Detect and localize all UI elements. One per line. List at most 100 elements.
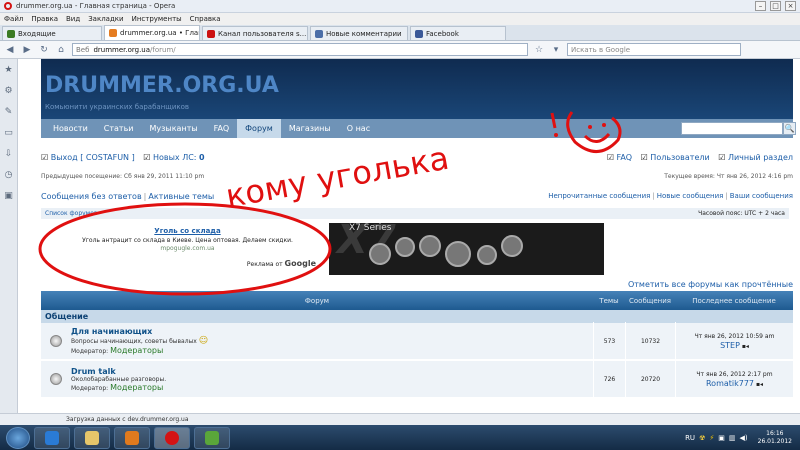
moderators-link[interactable]: Модераторы (110, 383, 163, 392)
last-post-date: Чт янв 26, 2012 2:17 pm (696, 370, 773, 378)
topics-count: 726 (593, 360, 625, 398)
menu-help[interactable]: Справка (190, 15, 221, 23)
menu-edit[interactable]: Правка (31, 15, 58, 23)
new-posts-link[interactable]: Новые сообщения (657, 192, 724, 200)
status-text: Загрузка данных с dev.drummer.org.ua (66, 416, 189, 423)
menu-bookmarks[interactable]: Закладки (88, 15, 123, 23)
taskbar-explorer[interactable] (74, 426, 110, 449)
reload-icon[interactable]: ↻ (38, 44, 50, 56)
last-post-user-link[interactable]: Romatik777 (706, 379, 754, 388)
moderators-link[interactable]: Модераторы (110, 346, 163, 355)
menu-tools[interactable]: Инструменты (132, 15, 182, 23)
drum-icon (445, 241, 471, 267)
bookmark-star-icon[interactable]: ☆ (533, 44, 545, 56)
clock[interactable]: 16:16 26.01.2012 (758, 430, 792, 446)
tray-app-icon[interactable]: ☢ (699, 434, 705, 442)
posts-count: 20720 (625, 360, 675, 398)
pm-count[interactable]: 0 (199, 153, 205, 162)
faq-link[interactable]: FAQ (617, 153, 633, 162)
goto-last-post-icon[interactable]: ▪◂ (742, 343, 749, 350)
tab-inbox[interactable]: Входящие (2, 26, 102, 40)
settings-panel-icon[interactable]: ⚙ (4, 86, 12, 96)
forward-icon[interactable]: ▶ (21, 44, 33, 56)
transfers-panel-icon[interactable]: ⇩ (5, 149, 13, 159)
site-search-input[interactable]: 🔍 (681, 122, 796, 135)
nav-forum[interactable]: Форум (237, 119, 281, 138)
taskbar-ie[interactable] (34, 426, 70, 449)
nav-articles[interactable]: Статьи (96, 119, 142, 138)
drum-icon (501, 235, 523, 257)
taskbar-opera[interactable] (154, 426, 190, 449)
logout-link[interactable]: Выход [ COSTAFUN ] (51, 153, 135, 162)
site-logo[interactable]: DRUMMER.ORG.UA (45, 73, 279, 98)
drum-icon (419, 235, 441, 257)
smile-icon: ☺ (198, 336, 209, 346)
nav-about[interactable]: О нас (339, 119, 378, 138)
forum-title-link[interactable]: Drum talk (71, 367, 593, 376)
mark-all-read-link[interactable]: Отметить все форумы как прочтённые (628, 280, 793, 289)
clock-date: 26.01.2012 (757, 437, 792, 445)
banner-title: X7 Series (349, 223, 392, 233)
ad-attribution[interactable]: Реклама от Google (247, 259, 316, 268)
windows-panel-icon[interactable]: ▣ (4, 191, 13, 201)
network-icon[interactable]: ▥ (729, 434, 736, 442)
search-input[interactable]: Искать в Google (567, 43, 741, 56)
forum-index-link[interactable]: Список форумов (45, 210, 97, 217)
tab-facebook[interactable]: Facebook (410, 26, 506, 40)
back-icon[interactable]: ◀ (4, 44, 16, 56)
personal-link[interactable]: Личный раздел (728, 153, 793, 162)
maximize-button[interactable]: □ (770, 1, 781, 11)
notes-panel-icon[interactable]: ✎ (5, 107, 13, 117)
google-ad: Уголь со склада Уголь антрацит со склада… (55, 223, 320, 275)
volume-icon[interactable]: ◀) (740, 434, 748, 442)
pm-link[interactable]: Новых ЛС: (153, 153, 197, 162)
timezone-label: Часовой пояс: UTC + 2 часа (698, 210, 785, 217)
your-posts-link[interactable]: Ваши сообщения (730, 192, 793, 200)
close-window-button[interactable]: × (785, 1, 796, 11)
active-topics-link[interactable]: Активные темы (148, 192, 214, 201)
menu-bar: Файл Правка Вид Закладки Инструменты Спр… (0, 13, 800, 25)
tray-app-icon[interactable]: ▣ (718, 434, 725, 442)
ad-url[interactable]: mpogugle.com.ua (55, 245, 320, 252)
menu-file[interactable]: Файл (4, 15, 23, 23)
minimize-button[interactable]: – (755, 1, 766, 11)
chat-panel-icon[interactable]: ▭ (4, 128, 13, 138)
address-bar[interactable]: Веб drummer.org.ua/forum/ (72, 43, 528, 56)
drum-banner-ad[interactable]: X7 X7 Series (329, 223, 604, 275)
tab-drummer[interactable]: drummer.org.ua • Главн... × (104, 25, 200, 40)
unanswered-link[interactable]: Сообщения без ответов (41, 192, 142, 201)
quick-links: Сообщения без ответов | Активные темы Непр… (41, 192, 793, 201)
ad-title-link[interactable]: Уголь со склада (154, 227, 220, 235)
nav-musicians[interactable]: Музыканты (142, 119, 206, 138)
forum-title-link[interactable]: Для начинающих (71, 327, 593, 336)
nav-faq[interactable]: FAQ (206, 119, 238, 138)
start-button[interactable] (6, 426, 30, 449)
history-panel-icon[interactable]: ◷ (5, 170, 13, 180)
drum-icon (477, 245, 497, 265)
last-post-user-link[interactable]: STEP (720, 341, 740, 350)
language-indicator[interactable]: RU (685, 434, 695, 442)
tray-app-icon[interactable]: ⚡ (709, 434, 714, 442)
nav-news[interactable]: Новости (45, 119, 96, 138)
tab-youtube[interactable]: Канал пользователя s... (202, 26, 308, 40)
col-last-post: Последнее сообщение (692, 296, 776, 305)
personal-icon: ☑ (718, 153, 726, 162)
tab-comments[interactable]: Новые комментарии (310, 26, 408, 40)
tab-label: drummer.org.ua • Главн... (120, 29, 199, 37)
taskbar-utorrent[interactable] (194, 426, 230, 449)
menu-view[interactable]: Вид (66, 15, 80, 23)
nav-shops[interactable]: Магазины (281, 119, 339, 138)
taskbar-media[interactable] (114, 426, 150, 449)
site-search-icon[interactable]: 🔍 (783, 122, 796, 135)
dropdown-icon[interactable]: ▾ (550, 44, 562, 56)
users-link[interactable]: Пользователи (650, 153, 709, 162)
home-icon[interactable]: ⌂ (55, 44, 67, 56)
unread-link[interactable]: Непрочитанные сообщения (548, 192, 650, 200)
tab-label: Входящие (18, 29, 56, 38)
category-title[interactable]: Общение (45, 312, 88, 321)
goto-last-post-icon[interactable]: ▪◂ (756, 381, 763, 388)
user-bar: ☑ Выход [ COSTAFUN ] ☑ Новых ЛС: 0 ☑ FAQ… (41, 153, 793, 162)
facebook-favicon-icon (415, 29, 423, 38)
bookmarks-panel-icon[interactable]: ★ (4, 65, 12, 75)
opera-icon (165, 430, 179, 445)
